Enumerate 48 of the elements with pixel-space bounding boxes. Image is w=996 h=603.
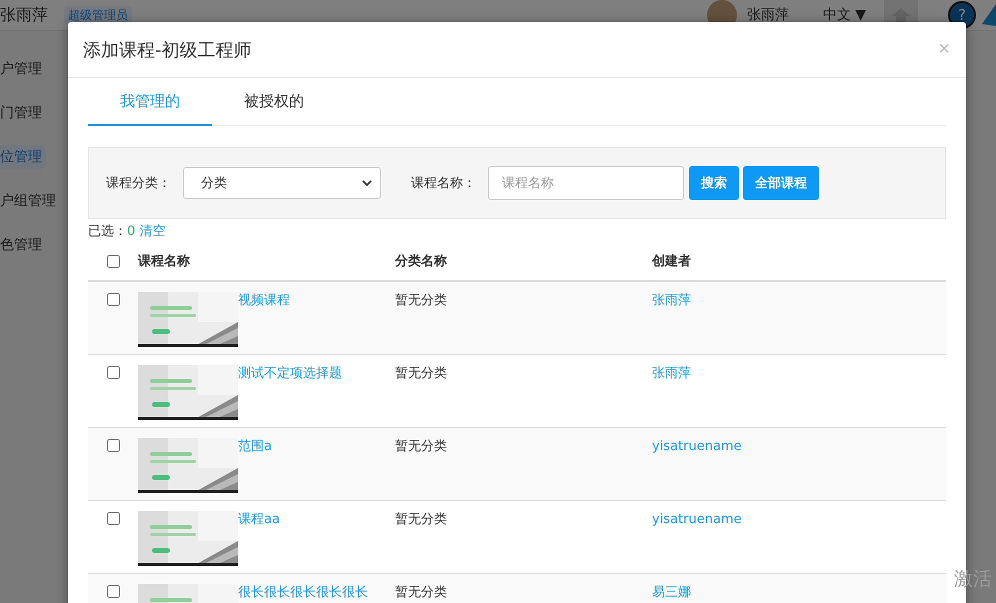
role-badge: 超级管理员 bbox=[64, 6, 132, 24]
creator-link[interactable]: 易三娜 bbox=[652, 574, 691, 602]
category-cell-text: 暂无分类 bbox=[395, 584, 448, 602]
category-cell-text: 暂无分类 bbox=[395, 438, 448, 456]
category-label: 课程分类： bbox=[106, 175, 171, 192]
row-checkbox[interactable] bbox=[106, 293, 120, 306]
chevron-down-icon bbox=[362, 180, 372, 186]
modal-title: 添加课程-初级工程师 bbox=[83, 38, 252, 62]
course-title[interactable]: 测试不定项选择题 bbox=[238, 365, 342, 420]
tab[interactable]: 被授权的 bbox=[212, 78, 336, 126]
user-name: 张雨萍 bbox=[0, 4, 48, 26]
account-name[interactable]: 张雨萍 bbox=[746, 6, 789, 24]
creator-link[interactable]: 张雨萍 bbox=[652, 355, 691, 383]
selected-label: 已选： bbox=[88, 223, 127, 240]
column-header: 课程名称 bbox=[138, 253, 191, 270]
sidebar-item[interactable]: 位管理 bbox=[0, 145, 46, 169]
home-icon bbox=[892, 8, 910, 22]
sidebar-item[interactable]: 色管理 bbox=[0, 233, 46, 257]
clear-link[interactable]: 清空 bbox=[139, 222, 166, 240]
category-cell-text: 暂无分类 bbox=[395, 511, 448, 529]
course-title[interactable]: 课程aa bbox=[238, 511, 280, 566]
all-courses-button[interactable]: 全部课程 bbox=[743, 166, 819, 200]
row-checkbox[interactable] bbox=[106, 366, 120, 379]
row-checkbox[interactable] bbox=[106, 585, 120, 598]
sidebar-item[interactable]: 户管理 bbox=[0, 57, 46, 81]
column-header: 分类名称 bbox=[395, 253, 448, 270]
language-menu[interactable]: 中文 ▼ bbox=[822, 6, 866, 24]
creator-link[interactable]: yisatruename bbox=[652, 428, 742, 456]
category-cell-text: 暂无分类 bbox=[395, 365, 448, 383]
creator-link[interactable]: yisatruename bbox=[652, 501, 742, 529]
selected-count: 0 bbox=[127, 224, 136, 238]
close-button[interactable]: × bbox=[938, 38, 950, 61]
creator-link[interactable]: 张雨萍 bbox=[652, 282, 691, 310]
course-title[interactable]: 范围a bbox=[238, 438, 272, 493]
course-title[interactable]: 很长很长很长很长很长 bbox=[238, 584, 368, 603]
category-select[interactable]: 分类 bbox=[183, 167, 381, 199]
row-checkbox[interactable] bbox=[106, 439, 120, 452]
search-button[interactable]: 搜索 bbox=[689, 166, 739, 200]
select-all-checkbox[interactable] bbox=[106, 254, 120, 268]
row-checkbox[interactable] bbox=[106, 512, 120, 525]
column-header: 创建者 bbox=[652, 253, 692, 270]
sidebar-item[interactable]: 门管理 bbox=[0, 101, 46, 125]
course-title[interactable]: 视频课程 bbox=[238, 292, 290, 347]
name-label: 课程名称： bbox=[411, 175, 476, 192]
sidebar-item[interactable]: 户组管理 bbox=[0, 189, 60, 213]
tab[interactable]: 我管理的 bbox=[88, 78, 212, 126]
category-cell-text: 暂无分类 bbox=[395, 292, 448, 310]
name-input[interactable]: 课程名称 bbox=[488, 166, 684, 200]
